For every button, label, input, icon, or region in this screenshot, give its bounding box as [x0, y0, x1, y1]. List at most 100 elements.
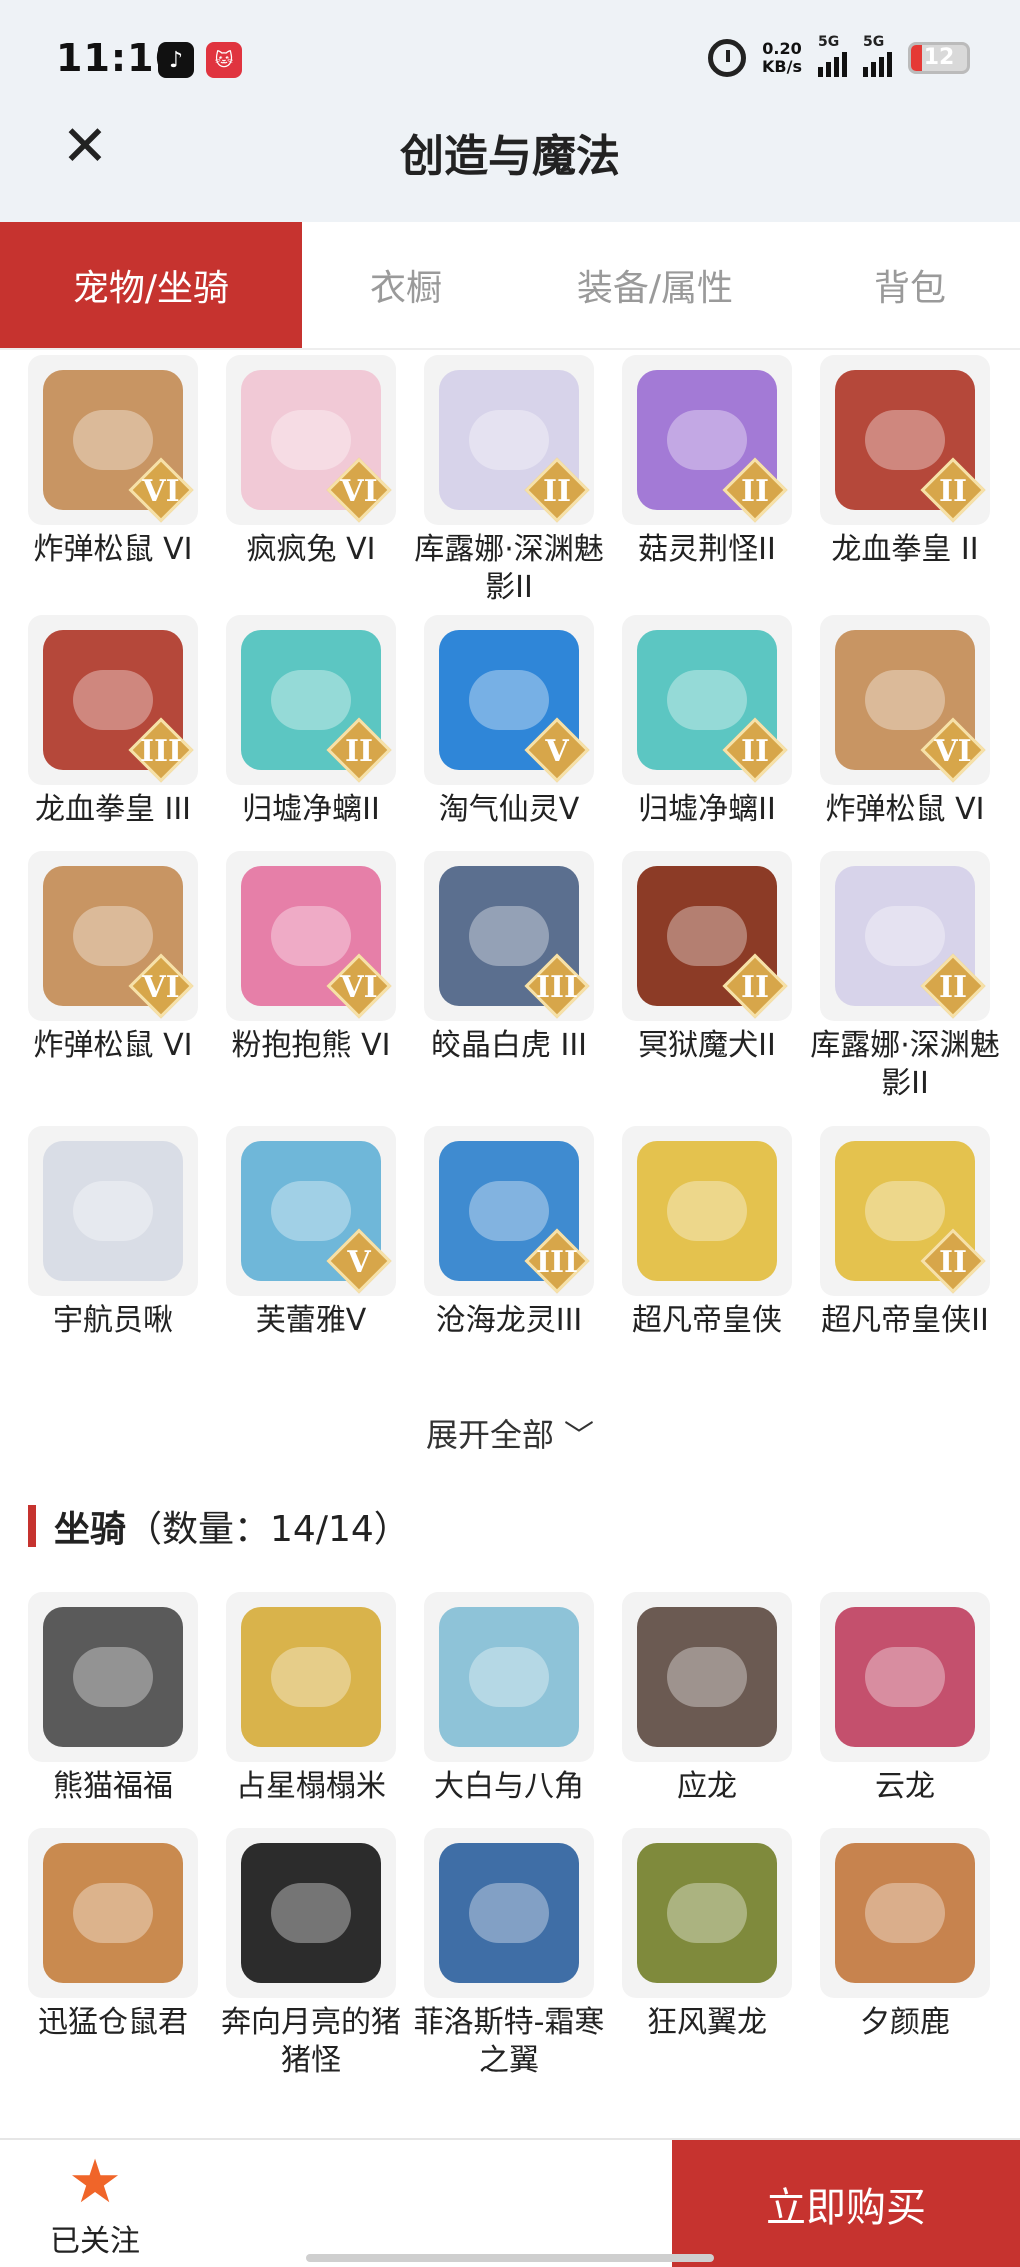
pet-item[interactable]: VI 炸弹松鼠 VI — [14, 355, 212, 569]
mount-image — [241, 1607, 381, 1747]
mount-item[interactable]: 熊猫福福 — [14, 1592, 212, 1806]
pet-item[interactable]: III 龙血拳皇 III — [14, 615, 212, 829]
buy-now-button[interactable]: 立即购买 — [672, 2140, 1020, 2267]
grade-badge-label: VI — [934, 734, 972, 769]
grade-badge-label: II — [938, 474, 968, 509]
mount-name: 奔向月亮的猪猪怪 — [221, 2005, 401, 2078]
pet-name: 超凡帝皇侠II — [821, 1303, 989, 1338]
mount-image — [241, 1843, 381, 1983]
mount-image — [43, 1843, 183, 1983]
pet-name: 皎晶白虎 III — [430, 1028, 588, 1063]
grade-badge-label: III — [535, 970, 579, 1005]
mount-item[interactable]: 狂风翼龙 — [608, 1828, 806, 2042]
grade-badge-label: VI — [142, 970, 180, 1005]
expand-all-button[interactable]: 展开全部 ﹀ — [0, 1410, 1020, 1456]
pet-thumbnail: VI — [226, 355, 396, 525]
pet-thumbnail: II — [820, 851, 990, 1021]
pet-thumbnail — [622, 1126, 792, 1296]
grade-badge-label: II — [938, 1245, 968, 1280]
star-icon: ★ — [68, 2147, 122, 2217]
grade-badge-label: II — [344, 734, 374, 769]
pet-item[interactable]: II 库露娜·深渊魅影II — [806, 851, 1004, 1103]
mount-thumbnail — [424, 1828, 594, 1998]
status-indicators: 0.20 KB/s 5G 5G 12 — [708, 34, 970, 77]
mount-item[interactable]: 大白与八角 — [410, 1592, 608, 1806]
pet-thumbnail: II — [226, 615, 396, 785]
pet-thumbnail: II — [424, 355, 594, 525]
grade-badge-label: V — [545, 734, 569, 769]
mount-item[interactable]: 云龙 — [806, 1592, 1004, 1806]
mount-image — [835, 1607, 975, 1747]
pet-image — [637, 1141, 777, 1281]
mount-thumbnail — [820, 1828, 990, 1998]
pet-item[interactable]: V 淘气仙灵V — [410, 615, 608, 829]
pet-name: 归墟净螭II — [638, 792, 776, 827]
tab-backpack[interactable]: 背包 — [800, 222, 1020, 348]
mount-name: 夕颜鹿 — [860, 2005, 950, 2040]
mount-name: 云龙 — [875, 1769, 935, 1804]
pet-name: 菇灵荆怪II — [638, 532, 776, 567]
pet-item[interactable]: VI 炸弹松鼠 VI — [806, 615, 1004, 829]
mount-item[interactable]: 夕颜鹿 — [806, 1828, 1004, 2042]
pet-name: 淘气仙灵V — [438, 792, 580, 827]
pet-name: 炸弹松鼠 VI — [825, 792, 985, 827]
pet-name: 龙血拳皇 II — [831, 532, 979, 567]
pet-name: 炸弹松鼠 VI — [33, 1028, 193, 1063]
pet-thumbnail — [28, 1126, 198, 1296]
tiktok-icon: ♪ — [158, 42, 194, 78]
pet-item[interactable]: 宇航员啾 — [14, 1126, 212, 1340]
pet-thumbnail: II — [820, 355, 990, 525]
pet-item[interactable]: VI 疯疯兔 VI — [212, 355, 410, 569]
pet-item[interactable]: III 沧海龙灵III — [410, 1126, 608, 1340]
mount-name: 菲洛斯特-霜寒之翼 — [413, 2005, 605, 2078]
mount-name: 应龙 — [677, 1769, 737, 1804]
pet-item[interactable]: VI 炸弹松鼠 VI — [14, 851, 212, 1065]
pet-item[interactable]: II 菇灵荆怪II — [608, 355, 806, 569]
mount-thumbnail — [424, 1592, 594, 1762]
pet-thumbnail: VI — [28, 851, 198, 1021]
follow-button[interactable]: ★ 已关注 — [40, 2150, 150, 2260]
pet-item[interactable]: II 库露娜·深渊魅影II — [410, 355, 608, 607]
pet-thumbnail: III — [424, 1126, 594, 1296]
signal-icon: 5G — [818, 34, 847, 77]
section-accent-bar — [28, 1505, 36, 1547]
mount-item[interactable]: 迅猛仓鼠君 — [14, 1828, 212, 2042]
pet-item[interactable]: III 皎晶白虎 III — [410, 851, 608, 1065]
mount-item[interactable]: 应龙 — [608, 1592, 806, 1806]
mount-name: 狂风翼龙 — [647, 2005, 767, 2040]
pet-item[interactable]: II 归墟净螭II — [608, 615, 806, 829]
pet-item[interactable]: II 归墟净螭II — [212, 615, 410, 829]
pet-item[interactable]: II 冥狱魔犬II — [608, 851, 806, 1065]
mount-thumbnail — [820, 1592, 990, 1762]
mount-thumbnail — [622, 1828, 792, 1998]
tmall-icon: 🐱 — [206, 42, 242, 78]
pet-item[interactable]: V 芙蕾雅V — [212, 1126, 410, 1340]
tab-pets-mounts[interactable]: 宠物/坐骑 — [0, 222, 302, 348]
mount-item[interactable]: 菲洛斯特-霜寒之翼 — [410, 1828, 608, 2080]
pet-name: 疯疯兔 VI — [246, 532, 376, 567]
pet-name: 龙血拳皇 III — [34, 792, 192, 827]
pet-thumbnail: VI — [820, 615, 990, 785]
mount-item[interactable]: 奔向月亮的猪猪怪 — [212, 1828, 410, 2080]
grade-badge-label: II — [740, 970, 770, 1005]
mount-image — [43, 1607, 183, 1747]
mount-image — [637, 1843, 777, 1983]
pet-name: 库露娜·深渊魅影II — [414, 532, 604, 605]
pet-item[interactable]: 超凡帝皇侠 — [608, 1126, 806, 1340]
tab-wardrobe[interactable]: 衣橱 — [302, 222, 510, 348]
chevron-down-icon: ﹀ — [564, 1419, 594, 1454]
pet-thumbnail: V — [424, 615, 594, 785]
tab-equipment[interactable]: 装备/属性 — [510, 222, 800, 348]
pet-item[interactable]: II 超凡帝皇侠II — [806, 1126, 1004, 1340]
mount-name: 熊猫福福 — [53, 1769, 173, 1804]
grade-badge-label: VI — [142, 474, 180, 509]
pet-item[interactable]: VI 粉抱抱熊 VI — [212, 851, 410, 1065]
pet-item[interactable]: II 龙血拳皇 II — [806, 355, 1004, 569]
pet-thumbnail: II — [622, 851, 792, 1021]
signal-icon-2: 5G — [863, 34, 892, 77]
status-bar: 11:16 ♪ 🐱 0.20 KB/s 5G 5G 12 — [0, 0, 1020, 118]
mount-item[interactable]: 占星榻榻米 — [212, 1592, 410, 1806]
mount-thumbnail — [622, 1592, 792, 1762]
grade-badge-label: III — [139, 734, 183, 769]
pet-thumbnail: III — [28, 615, 198, 785]
